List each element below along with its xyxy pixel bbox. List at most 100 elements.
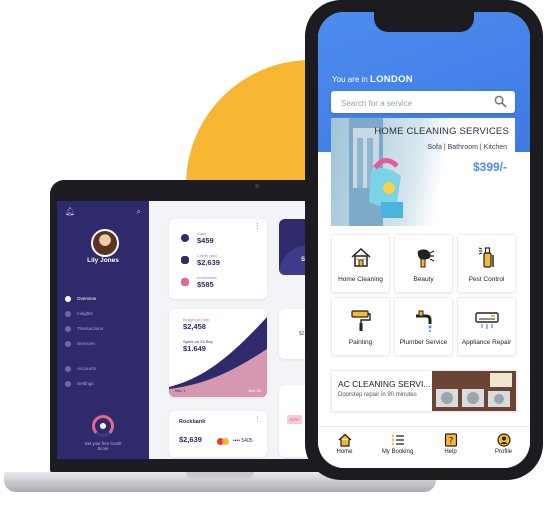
faucet-icon: [416, 310, 432, 332]
search-icon[interactable]: ⌕: [137, 207, 141, 217]
phone-screen: You are in LONDON HOME CLEANING SERVICES: [318, 12, 530, 468]
balance-row: Credit card $2.639: [181, 249, 255, 271]
banner-price: $399/-: [472, 160, 507, 174]
service-label: Pest Control: [468, 276, 505, 283]
service-label: Home Cleaning: [338, 276, 383, 283]
service-label: Appliance Repair: [461, 339, 512, 346]
insights-icon: [65, 310, 71, 317]
paint-roller-icon: [351, 310, 371, 331]
home-icon: [338, 433, 351, 447]
phone-notch: [374, 12, 474, 32]
service-label: Plumber Service: [399, 339, 448, 346]
rockbank-title: Rockbank: [179, 419, 206, 425]
user-name: Lily Jones: [87, 257, 119, 264]
avatar[interactable]: [91, 229, 119, 257]
ac-cleaning-promo[interactable]: AC CLEANING SERVI... Doorstep repair in …: [331, 370, 517, 412]
spent-block: Spent on 24 Sep $1.649: [183, 339, 213, 353]
service-beauty[interactable]: Beauty: [394, 234, 453, 293]
bar-chart-icon: [181, 278, 189, 286]
location-value: LONDON: [369, 74, 413, 85]
sidebar-item-label: Services: [77, 341, 95, 346]
services-icon: [65, 340, 71, 347]
service-home-cleaning[interactable]: Home Cleaning: [331, 234, 390, 293]
sidebar-menu: Overview Insights Transactions Services …: [65, 291, 103, 391]
credit-card-icon: [181, 256, 189, 264]
tab-label: Profile: [494, 449, 512, 455]
accounts-icon: [65, 365, 71, 372]
service-plumber[interactable]: Plumber Service: [394, 297, 453, 356]
sidebar-item-settings[interactable]: Settings: [65, 376, 103, 391]
wallet-icon: [181, 234, 189, 242]
home-cleaning-banner[interactable]: HOME CLEANING SERVICES Sofa | Bathroom |…: [331, 118, 515, 226]
spray-icon: [478, 247, 494, 268]
balance-value: $2.639: [197, 258, 220, 267]
location-label[interactable]: You are in LONDON: [332, 74, 413, 85]
sidebar-item-accounts[interactable]: Accounts: [65, 361, 103, 376]
banner-title: HOME CLEANING SERVICES: [374, 126, 509, 137]
card-number: •••• 5405: [233, 438, 253, 444]
laptop-camera: [255, 184, 259, 188]
sidebar-item-label: Accounts: [77, 366, 96, 371]
tab-label: Home: [336, 449, 353, 455]
budget-value: $2,458: [183, 322, 206, 331]
gauge-icon: [92, 415, 114, 437]
tab-home[interactable]: Home: [318, 427, 371, 468]
balances-card: ⋮ Cash $459 Credit card $2.639 Investment $…: [169, 219, 267, 299]
service-pest-control[interactable]: Pest Control: [457, 234, 516, 293]
balance-row: Investment $585: [181, 271, 255, 293]
tab-my-booking[interactable]: My Booking: [371, 427, 424, 468]
sidebar-item-label: Settings: [77, 381, 94, 386]
tab-help[interactable]: ? Help: [424, 427, 477, 468]
more-icon[interactable]: ⋮: [254, 222, 261, 230]
tab-profile[interactable]: Profile: [477, 427, 530, 468]
promo-subtitle: Doorstep repair in 90 minutes: [338, 392, 417, 398]
credit-score-label: Get your free Credit Score: [84, 441, 122, 451]
transactions-icon: [65, 325, 71, 332]
rockbank-card: Rockbank ⋮ $2,639 •••• 5405: [169, 411, 267, 457]
list-icon: [391, 434, 404, 446]
percent-badge: 53%: [287, 415, 303, 424]
service-painting[interactable]: Painting: [331, 297, 390, 356]
search-icon[interactable]: [494, 95, 507, 108]
ac-units-photo: [432, 371, 516, 411]
chart-start-label: Nov 1: [175, 388, 186, 393]
tab-label: Help: [444, 449, 457, 455]
bell-icon[interactable]: 🔔︎: [65, 207, 75, 217]
sidebar: 🔔︎ ⌕ Lily Jones Overview Insights Transa…: [57, 201, 149, 459]
svg-text:?: ?: [448, 437, 453, 447]
chart-end-label: Nov 30: [248, 388, 261, 393]
service-appliance-repair[interactable]: Appliance Repair: [457, 297, 516, 356]
banner-subtitle: Sofa | Bathroom | Kitchen: [427, 144, 507, 151]
sidebar-item-services[interactable]: Services: [65, 336, 103, 351]
budget-chart-card: Budget on Sep $2,458 Spent on 24 Sep $1.…: [169, 309, 267, 397]
mastercard-icon: [217, 438, 229, 445]
sidebar-item-overview[interactable]: Overview: [65, 291, 103, 306]
service-label: Beauty: [413, 276, 434, 283]
settings-icon: [65, 380, 71, 387]
location-prefix: You are in: [332, 75, 368, 84]
sidebar-item-transactions[interactable]: Transactions: [65, 321, 103, 336]
search-bar[interactable]: [331, 91, 515, 113]
budget-block: Budget on Sep $2,458: [183, 317, 209, 331]
air-conditioner-icon: [475, 312, 499, 329]
balance-row: Cash $459: [181, 227, 255, 249]
overview-icon: [65, 295, 71, 302]
more-icon[interactable]: ⋮: [254, 415, 261, 423]
hairdryer-icon: [417, 249, 435, 268]
bottom-tab-bar: Home My Booking ? Help Profile: [318, 426, 530, 468]
tab-label: My Booking: [381, 449, 414, 455]
search-input[interactable]: [339, 95, 493, 111]
phone-mockup: You are in LONDON HOME CLEANING SERVICES: [305, 0, 543, 480]
sidebar-item-label: Overview: [77, 296, 97, 301]
balance-value: $585: [197, 280, 214, 289]
profile-icon: [496, 433, 511, 447]
promo-title: AC CLEANING SERVI...: [338, 379, 431, 389]
credit-score-widget[interactable]: Get your free Credit Score: [57, 415, 149, 451]
help-icon: ?: [444, 433, 457, 447]
sidebar-item-label: Transactions: [77, 326, 104, 331]
sidebar-item-insights[interactable]: Insights: [65, 306, 103, 321]
spent-value: $1.649: [183, 344, 206, 353]
balance-value: $459: [197, 236, 214, 245]
rockbank-amount: $2,639: [179, 435, 202, 444]
sidebar-item-label: Insights: [77, 311, 93, 316]
